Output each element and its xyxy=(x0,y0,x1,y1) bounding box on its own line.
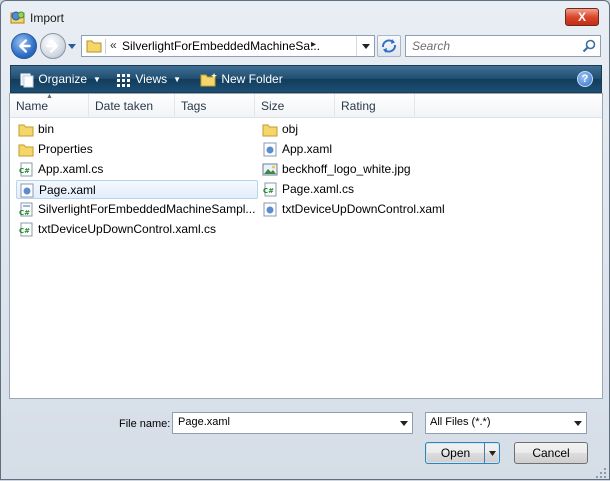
column-header-name[interactable]: ▲ Name xyxy=(10,93,89,118)
views-menu[interactable]: Views ▼ xyxy=(116,66,181,92)
new-folder-button[interactable]: New Folder xyxy=(200,66,283,92)
list-item-page-xaml-cs[interactable]: C# Page.xaml.cs xyxy=(260,180,480,199)
address-dropdown-button[interactable] xyxy=(356,36,374,56)
refresh-button[interactable] xyxy=(377,35,401,57)
open-options-dropdown[interactable] xyxy=(484,443,499,463)
file-name-label: File name: xyxy=(119,418,171,430)
organize-menu[interactable]: Organize ▼ xyxy=(19,66,101,92)
list-item-beckhoff-logo[interactable]: beckhoff_logo_white.jpg xyxy=(260,160,480,179)
window-title: Import xyxy=(30,11,65,25)
chevron-down-icon[interactable] xyxy=(400,421,408,426)
list-item-app-xaml-cs[interactable]: C# App.xaml.cs xyxy=(16,160,256,179)
file-type-select[interactable]: All Files (*.*) xyxy=(425,412,587,434)
svg-text:C#: C# xyxy=(19,209,30,217)
file-type-value: All Files (*.*) xyxy=(430,416,491,428)
search-box[interactable]: Search xyxy=(405,35,601,57)
chevron-down-icon xyxy=(362,44,370,49)
address-overflow-chevron[interactable]: « xyxy=(110,38,117,52)
cancel-button[interactable]: Cancel xyxy=(514,442,588,464)
svg-text:C#: C# xyxy=(19,227,30,235)
arrow-right-icon xyxy=(46,39,58,53)
chevron-down-icon: ▼ xyxy=(173,74,182,84)
close-icon: X xyxy=(577,10,586,24)
views-label: Views xyxy=(135,72,168,86)
close-button[interactable]: X xyxy=(565,8,599,26)
file-name-value: Page.xaml xyxy=(178,416,230,428)
chevron-down-icon: ▼ xyxy=(93,74,101,84)
organize-icon xyxy=(20,73,34,88)
folder-icon xyxy=(86,40,102,53)
list-item-updown-control-xaml[interactable]: txtDeviceUpDownControl.xaml xyxy=(260,200,480,219)
open-label: Open xyxy=(440,446,471,460)
csharp-file-icon: C# xyxy=(263,182,277,197)
search-icon[interactable] xyxy=(582,39,596,53)
chevron-down-icon xyxy=(574,421,582,426)
sort-ascending-icon: ▲ xyxy=(46,93,53,100)
folder-icon xyxy=(262,124,278,137)
recent-pages-dropdown[interactable] xyxy=(67,41,77,51)
csharp-file-icon: C# xyxy=(19,222,33,237)
views-icon xyxy=(117,73,130,87)
title-bar[interactable]: Import X xyxy=(1,1,609,33)
xaml-file-icon xyxy=(20,183,34,198)
csharp-project-icon: C# xyxy=(19,202,33,217)
svg-text:C#: C# xyxy=(263,187,274,195)
chevron-down-icon xyxy=(489,451,496,456)
svg-text:C#: C# xyxy=(19,167,30,175)
list-item-project-file[interactable]: C# SilverlightForEmbeddedMachineSampl... xyxy=(16,200,256,219)
xaml-file-icon xyxy=(263,142,277,157)
search-placeholder: Search xyxy=(412,39,451,53)
list-item-obj[interactable]: obj xyxy=(260,120,480,139)
app-icon xyxy=(10,11,25,24)
help-icon[interactable]: ? xyxy=(577,71,593,87)
xaml-file-icon xyxy=(263,202,277,217)
column-header-size[interactable]: Size xyxy=(255,94,335,118)
address-bar[interactable]: « SilverlightForEmbeddedMachineSa... ▸ xyxy=(81,35,375,57)
csharp-file-icon: C# xyxy=(19,162,33,177)
new-folder-label: New Folder xyxy=(221,72,283,86)
address-path[interactable]: SilverlightForEmbeddedMachineSa... xyxy=(122,39,320,53)
forward-button[interactable] xyxy=(40,33,66,59)
list-item-updown-control-xaml-cs[interactable]: C# txtDeviceUpDownControl.xaml.cs xyxy=(16,220,256,239)
image-file-icon xyxy=(262,163,278,176)
folder-icon xyxy=(18,124,34,137)
breadcrumb-arrow-icon[interactable]: ▸ xyxy=(311,39,316,50)
address-separator xyxy=(105,39,106,54)
arrow-left-icon xyxy=(19,39,31,53)
import-dialog: Import X « SilverlightForEmbeddedMachine… xyxy=(0,0,610,480)
navigation-bar: « SilverlightForEmbeddedMachineSa... ▸ S… xyxy=(9,32,603,60)
resize-grip-icon[interactable] xyxy=(595,467,607,479)
list-item-bin[interactable]: bin xyxy=(16,120,256,139)
new-folder-icon xyxy=(200,72,217,87)
file-list[interactable]: ▲ Name Date taken Tags Size Rating bin P… xyxy=(9,93,603,399)
list-item-properties[interactable]: Properties xyxy=(16,140,256,159)
list-item-page-xaml[interactable]: Page.xaml xyxy=(16,180,258,199)
list-item-app-xaml[interactable]: App.xaml xyxy=(260,140,480,159)
dialog-footer: File name: Page.xaml All Files (*.*) Ope… xyxy=(1,399,609,481)
open-button[interactable]: Open xyxy=(425,442,500,464)
column-header-date-taken[interactable]: Date taken xyxy=(89,94,175,118)
column-header-rating[interactable]: Rating xyxy=(335,94,415,118)
organize-label: Organize xyxy=(38,72,88,86)
file-name-input[interactable]: Page.xaml xyxy=(172,412,413,434)
command-toolbar: Organize ▼ Views ▼ New Folder ? xyxy=(10,65,602,93)
refresh-icon xyxy=(382,39,396,53)
back-button[interactable] xyxy=(11,33,37,59)
folder-icon xyxy=(18,144,34,157)
cancel-label: Cancel xyxy=(532,446,570,460)
column-header-tags[interactable]: Tags xyxy=(175,94,255,118)
column-headers: ▲ Name Date taken Tags Size Rating xyxy=(10,93,602,118)
